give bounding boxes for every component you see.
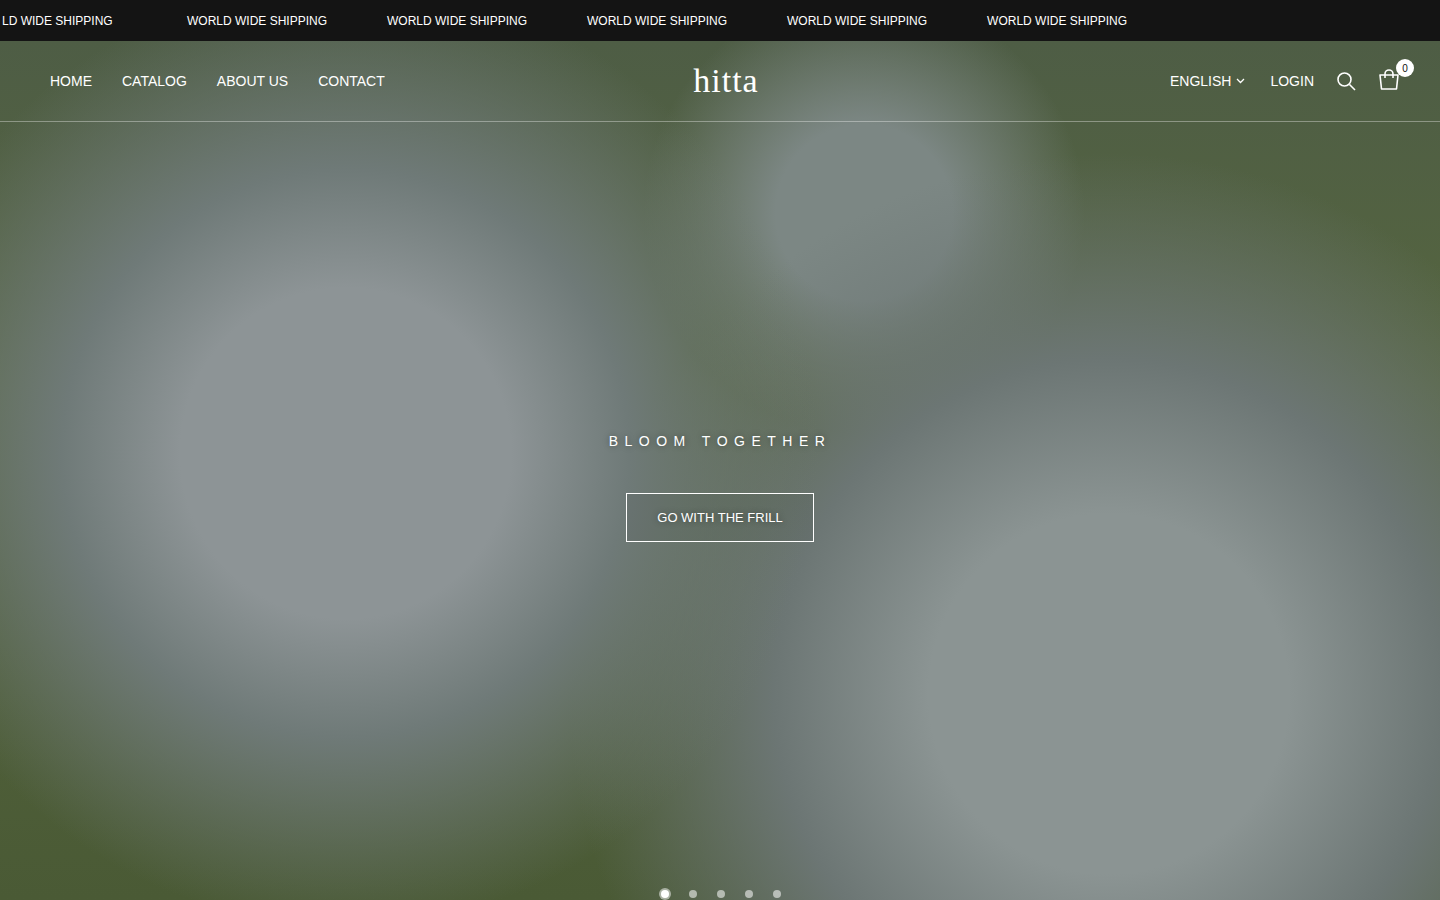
nav-link[interactable]: ABOUT US bbox=[217, 73, 288, 89]
announcement-text: LD WIDE SHIPPING bbox=[2, 14, 127, 28]
slider-dot[interactable] bbox=[661, 890, 669, 898]
cart-count-badge: 0 bbox=[1396, 59, 1414, 77]
login-link[interactable]: LOGIN bbox=[1270, 73, 1314, 89]
slider-dot[interactable] bbox=[773, 890, 781, 898]
main-nav: HOME CATALOG ABOUT US CONTACT bbox=[50, 73, 693, 89]
announcement-text: WORLD WIDE SHIPPING bbox=[987, 14, 1127, 28]
slider-dots bbox=[0, 890, 1440, 898]
logo[interactable]: hitta bbox=[693, 62, 758, 100]
announcement-bar: LD WIDE SHIPPING WORLD WIDE SHIPPING WORLD… bbox=[0, 0, 1440, 41]
announcement-text: WORLD WIDE SHIPPING bbox=[187, 14, 327, 28]
announcement-text: WORLD WIDE SHIPPING bbox=[787, 14, 927, 28]
hero-banner: HOME CATALOG ABOUT US CONTACT hitta ENGLISH… bbox=[0, 41, 1440, 900]
nav-link[interactable]: HOME bbox=[50, 73, 92, 89]
search-icon[interactable] bbox=[1336, 71, 1356, 91]
announcement-text: WORLD WIDE SHIPPING bbox=[387, 14, 527, 28]
slider-dot[interactable] bbox=[689, 890, 697, 898]
nav-link[interactable]: CONTACT bbox=[318, 73, 385, 89]
site-header: HOME CATALOG ABOUT US CONTACT hitta ENGLISH… bbox=[0, 41, 1440, 122]
language-selector[interactable]: ENGLISH bbox=[1170, 73, 1245, 89]
hero-cta-button[interactable]: GO WITH THE FRILL bbox=[626, 493, 813, 542]
nav-link[interactable]: CATALOG bbox=[122, 73, 187, 89]
hero-subtitle: BLOOM TOGETHER bbox=[609, 433, 832, 449]
cart-button[interactable]: 0 bbox=[1378, 69, 1402, 93]
slider-dot[interactable] bbox=[745, 890, 753, 898]
chevron-down-icon bbox=[1236, 78, 1245, 84]
slider-dot[interactable] bbox=[717, 890, 725, 898]
announcement-text: WORLD WIDE SHIPPING bbox=[587, 14, 727, 28]
